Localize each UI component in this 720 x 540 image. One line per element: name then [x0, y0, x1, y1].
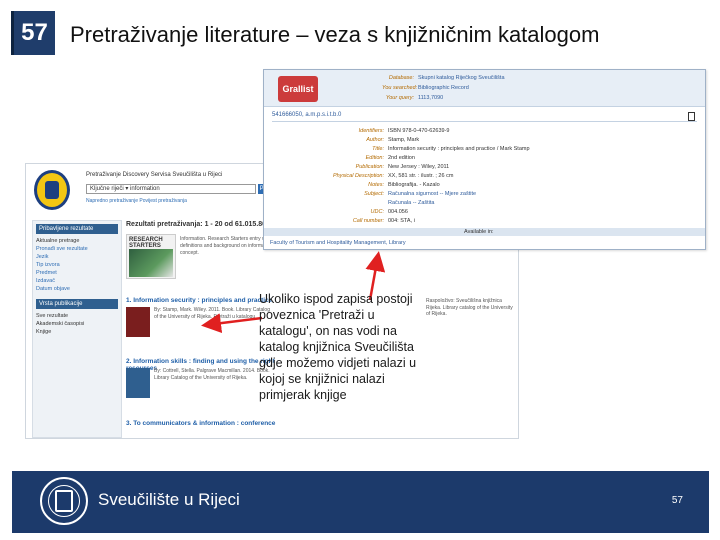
library-link[interactable]: Faculty of Tourism and Hospitality Manag…	[264, 238, 705, 248]
filter-item[interactable]: Jezik	[36, 253, 118, 261]
filter-item[interactable]: Akademski časopisi	[36, 320, 118, 328]
search-links[interactable]: Napredno pretraživanje Povijest pretraži…	[86, 198, 187, 204]
research-starters-box[interactable]: RESEARCH STARTERS	[126, 234, 176, 279]
document-icon[interactable]	[688, 112, 695, 121]
book-cover	[126, 307, 150, 337]
filter-panel: Pribavljene rezultate Aktualne pretrage …	[32, 220, 122, 438]
record-field[interactable]: Subject: Računalna sigurnost -- Mjere zaš…	[324, 191, 476, 197]
result-title[interactable]: 3. To communicators & information : conf…	[126, 420, 276, 427]
result-title[interactable]: 1. Information security : principles and…	[126, 297, 276, 304]
header-row: Your query: 1113,7090	[385, 95, 444, 101]
filter-item[interactable]: Sve rezultate	[36, 312, 118, 320]
record-field: Call number: 004: STA, i	[352, 218, 415, 224]
result-availability: Raspoloživo: Sveučilišna knjižnica Rijek…	[426, 298, 513, 317]
record-field: Physical Description: XX, 581 str. : ilus…	[332, 173, 454, 179]
research-starters-image	[129, 249, 173, 277]
record-field: Notes: Bibliografija. - Kazalo	[368, 182, 440, 188]
availability-bar: Available in:	[264, 228, 705, 236]
result-item[interactable]: 3. To communicators & information : conf…	[126, 420, 276, 427]
search-input[interactable]: Ključne riječi ▾ information	[86, 184, 256, 194]
filter-item[interactable]: Predmet	[36, 269, 118, 277]
filter-item[interactable]: Knjige	[36, 328, 118, 336]
filter-item[interactable]: Pronađi sve rezultate	[36, 245, 118, 253]
filter-item[interactable]: Tip izvora	[36, 261, 118, 269]
record-field[interactable]: Računala -- Zaštita	[324, 200, 434, 206]
record-field: Title: Information security : principles …	[372, 146, 530, 152]
institution-name: Sveučilište u Rijeci	[98, 490, 240, 509]
result-meta: By: Stamp, Mark. Wiley. 2011. Book. Libr…	[154, 307, 270, 320]
footer-bar: Sveučilište u Rijeci 57	[12, 471, 709, 533]
record-field: Author: Stamp, Mark	[366, 137, 420, 143]
catalog-header: Grallist Database: Skupni katalog Riječko…	[264, 70, 705, 107]
grallist-logo: Grallist	[278, 76, 318, 102]
filter-item[interactable]: Izdavač	[36, 277, 118, 285]
callout-text: Ukoliko ispod zapisa postoji poveznica '…	[259, 292, 417, 402]
record-field: UDC: 004.056	[370, 209, 408, 215]
result-meta: By: Cottrell, Stella. Palgrave Macmillan…	[154, 368, 270, 381]
header-row: You searched:Bibliographic Record	[382, 85, 469, 91]
result-item[interactable]: 2. Information skills : finding and usin…	[126, 358, 276, 398]
filter-header: Pribavljene rezultate	[36, 224, 118, 234]
record-field: Publication: New Jersey : Wiley, 2011	[355, 164, 450, 170]
slide-title: Pretraživanje literature – veza s knjižn…	[70, 22, 600, 47]
filter-item[interactable]: Aktualne pretrage	[36, 237, 118, 245]
filter-header-2: Vrsta publikacije	[36, 299, 118, 309]
result-item[interactable]: 1. Information security : principles and…	[126, 297, 276, 337]
search-top-line: Pretraživanje Discovery Servisa Sveučili…	[86, 172, 223, 178]
header-row: Database: Skupni katalog Riječkog Sveučil…	[388, 75, 505, 81]
filter-item[interactable]: Datum objave	[36, 285, 118, 293]
university-logo-icon	[34, 170, 70, 210]
availability-label: Available in:	[464, 229, 494, 235]
book-cover	[126, 368, 150, 398]
slide-number: 57	[11, 11, 55, 55]
university-logo-icon	[40, 477, 88, 525]
page-number: 57	[671, 495, 683, 506]
record-id: 541666050, a.m.p.s.i.t.b.0	[272, 112, 697, 122]
record-field: Edition: 2nd edition	[365, 155, 415, 161]
results-count: Rezultati pretraživanja: 1 - 20 od 61.01…	[126, 221, 270, 228]
record-field: Identifiers: ISBN 978-0-470-62639-9	[358, 128, 450, 134]
catalog-record-screenshot: Grallist Database: Skupni katalog Riječko…	[263, 69, 706, 250]
